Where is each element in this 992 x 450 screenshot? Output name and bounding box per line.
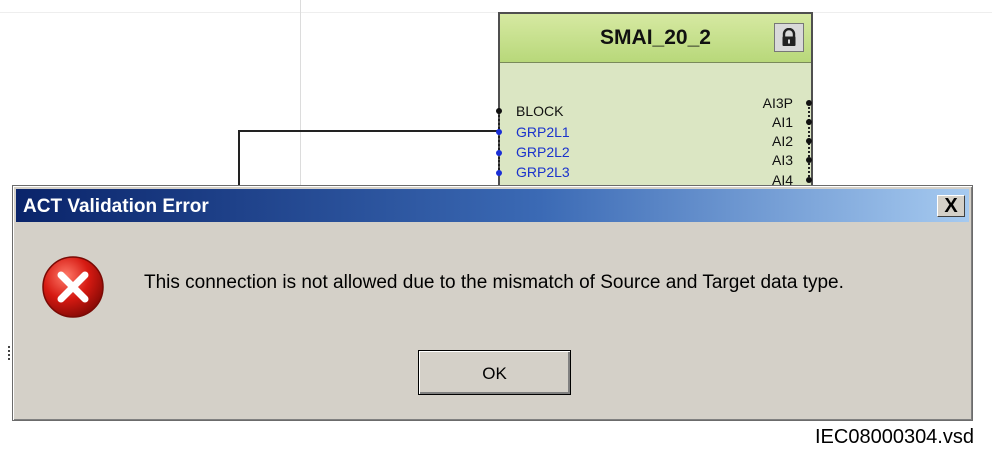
input-port-label: GRP2L3 xyxy=(516,164,570,180)
validation-error-dialog: ACT Validation Error X This connection i… xyxy=(12,185,973,421)
output-port-label: AI1 xyxy=(771,114,793,130)
input-pin[interactable] xyxy=(496,150,502,156)
error-icon xyxy=(42,256,104,318)
dialog-title: ACT Validation Error xyxy=(23,196,209,217)
dialog-titlebar[interactable]: ACT Validation Error X xyxy=(16,189,969,222)
grid-line xyxy=(0,12,992,13)
output-pin[interactable] xyxy=(806,100,812,106)
ok-button-label: OK xyxy=(482,364,507,383)
output-pin[interactable] xyxy=(806,157,812,163)
ok-button[interactable]: OK xyxy=(418,350,571,395)
lock-button[interactable] xyxy=(774,23,804,52)
output-port-label: AI2 xyxy=(771,133,793,149)
output-port-label: AI3P xyxy=(762,95,793,111)
output-pin[interactable] xyxy=(806,177,812,183)
input-port-label: BLOCK xyxy=(516,103,564,119)
error-message: This connection is not allowed due to th… xyxy=(144,272,844,293)
function-block[interactable]: SMAI_20_2 BLOCK GRP2L1 GRP2L2 GRP2L3 AI3… xyxy=(496,12,813,188)
connection-wire[interactable] xyxy=(238,130,240,186)
input-pin[interactable] xyxy=(496,170,502,176)
close-icon: X xyxy=(944,195,958,217)
block-header: SMAI_20_2 xyxy=(500,14,811,63)
pin-dotted-line xyxy=(498,115,500,129)
block-title: SMAI_20_2 xyxy=(600,26,711,49)
lock-icon xyxy=(782,28,796,46)
input-port-label: GRP2L1 xyxy=(516,124,570,140)
output-pin[interactable] xyxy=(806,138,812,144)
input-pin[interactable] xyxy=(496,129,502,135)
pin-dotted-line xyxy=(498,157,500,170)
close-button[interactable]: X xyxy=(937,195,965,217)
pin-dotted-line xyxy=(498,136,500,150)
input-port-label: GRP2L2 xyxy=(516,144,570,160)
output-port-label: AI3 xyxy=(771,152,793,168)
figure-caption: IEC08000304.vsd xyxy=(814,426,974,448)
grid-line xyxy=(300,0,301,185)
connection-wire[interactable] xyxy=(238,130,497,132)
output-pin[interactable] xyxy=(806,119,812,125)
input-pin[interactable] xyxy=(496,108,502,114)
